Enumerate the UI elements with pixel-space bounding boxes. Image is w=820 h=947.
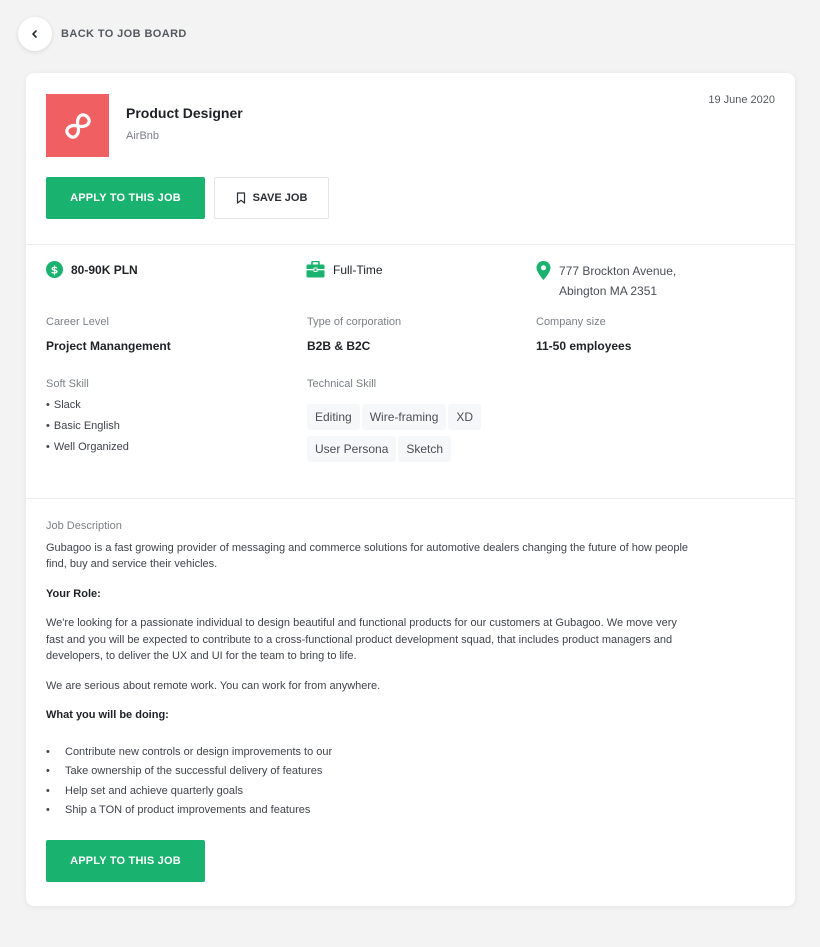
technical-skill-tags: Editing Wire-framing XD User Persona Ske…	[307, 404, 517, 462]
corp-type-value: B2B & B2C	[307, 339, 371, 353]
company-size-value: 11-50 employees	[536, 339, 632, 353]
corp-type-label: Type of corporation	[307, 316, 402, 328]
list-item: Help set and achieve quarterly goals	[46, 783, 696, 803]
divider	[26, 498, 795, 499]
job-title: Product Designer	[126, 105, 243, 121]
salary-info: $ 80-90K PLN	[46, 261, 138, 279]
address-text: 777 Brockton Avenue, Abington MA 2351	[559, 261, 676, 301]
soft-skill-item: Basic English	[46, 420, 129, 441]
back-to-job-board-link[interactable]: BACK TO JOB BOARD	[61, 28, 187, 40]
skill-tag[interactable]: Editing	[307, 404, 360, 430]
skill-tag[interactable]: Wire-framing	[361, 404, 447, 430]
bookmark-icon	[236, 192, 245, 204]
role-heading: Your Role:	[46, 587, 101, 600]
location-pin-icon	[536, 261, 551, 280]
role-paragraph: We're looking for a passionate individua…	[46, 617, 677, 662]
soft-skill-item: Well Organized	[46, 441, 129, 462]
list-item: Contribute new controls or design improv…	[46, 744, 696, 764]
company-size-label: Company size	[536, 316, 606, 328]
technical-skill-label: Technical Skill	[307, 378, 377, 390]
location-info: 777 Brockton Avenue, Abington MA 2351	[536, 261, 676, 301]
save-job-label: SAVE JOB	[252, 192, 308, 204]
svg-text:$: $	[51, 264, 59, 277]
company-name: AirBnb	[126, 130, 160, 142]
salary-text: 80-90K PLN	[71, 263, 138, 277]
chevron-left-icon	[32, 30, 37, 38]
skill-tag[interactable]: Sketch	[398, 436, 452, 462]
employment-type-text: Full-Time	[333, 263, 383, 277]
doing-list: Contribute new controls or design improv…	[46, 744, 696, 822]
list-item: Ship a TON of product improvements and f…	[46, 802, 696, 822]
company-logo	[46, 94, 109, 157]
job-description-label: Job Description	[46, 520, 122, 532]
apply-button-top[interactable]: APPLY TO THIS JOB	[46, 177, 205, 219]
address-line-1: 777 Brockton Avenue,	[559, 264, 677, 278]
doing-heading: What you will be doing:	[46, 709, 169, 721]
list-item: Take ownership of the successful deliver…	[46, 763, 696, 783]
address-line-2: Abington MA 2351	[559, 284, 658, 298]
job-description: Job Description Gubagoo is a fast growin…	[46, 518, 696, 822]
soft-skill-label: Soft Skill	[46, 378, 89, 390]
briefcase-icon	[306, 261, 325, 278]
employment-type-info: Full-Time	[306, 261, 383, 279]
career-level-label: Career Level	[46, 316, 109, 328]
soft-skill-list: Slack Basic English Well Organized	[46, 399, 129, 462]
soft-skill-item: Slack	[46, 399, 129, 420]
dollar-coin-icon: $	[46, 261, 63, 278]
remote-paragraph: We are serious about remote work. You ca…	[46, 679, 381, 692]
job-card: Product Designer AirBnb 19 June 2020 APP…	[26, 73, 795, 906]
apply-button-bottom[interactable]: APPLY TO THIS JOB	[46, 840, 205, 882]
career-level-value: Project Manangement	[46, 339, 171, 353]
posted-date: 19 June 2020	[708, 94, 775, 106]
intro-paragraph: Gubagoo is a fast growing provider of me…	[46, 541, 689, 571]
infinity-logo-icon	[64, 112, 91, 139]
skill-tag[interactable]: User Persona	[307, 436, 397, 462]
divider	[26, 244, 795, 245]
save-job-button[interactable]: SAVE JOB	[214, 177, 329, 219]
back-button[interactable]	[18, 17, 52, 51]
skill-tag[interactable]: XD	[448, 404, 482, 430]
back-navigation: BACK TO JOB BOARD	[18, 17, 187, 51]
